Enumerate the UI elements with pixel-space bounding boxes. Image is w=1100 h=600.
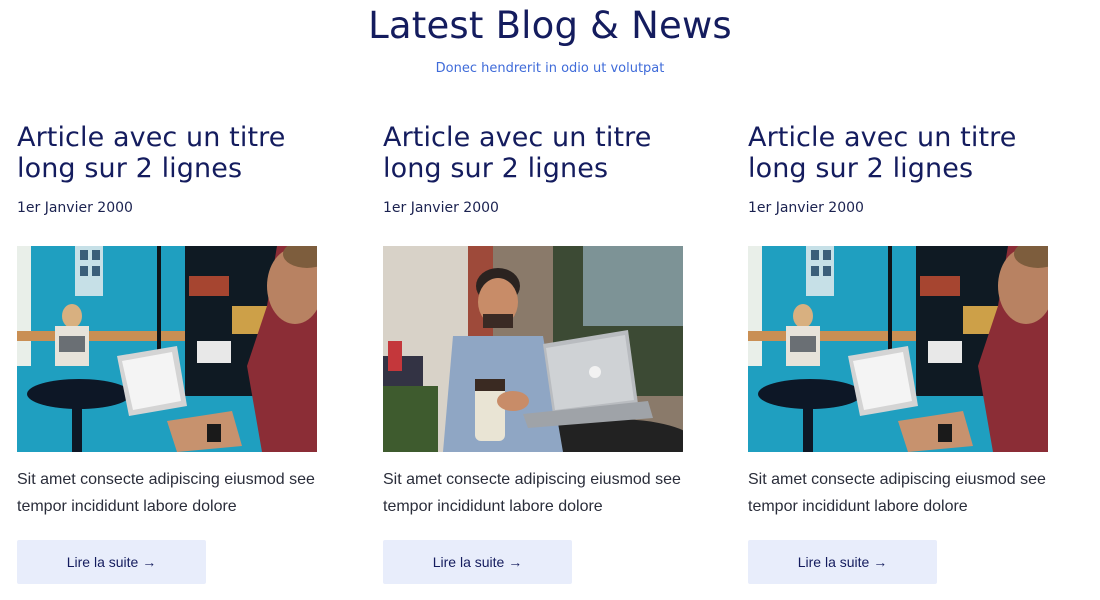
card-image[interactable] (383, 246, 683, 452)
card-excerpt: Sit amet consecte adipiscing eiusmod see… (383, 471, 681, 515)
card-title[interactable]: Article avec un titre long sur 2 lignes (17, 122, 347, 184)
card-image[interactable] (748, 246, 1048, 452)
read-more-button[interactable]: Lire la suite → (748, 540, 937, 584)
read-more-label: Lire la suite (66, 554, 139, 570)
read-more-button[interactable]: Lire la suite → (383, 540, 572, 584)
arrow-right-icon: → (142, 554, 157, 570)
read-more-label: Lire la suite (432, 554, 505, 570)
card-title[interactable]: Article avec un titre long sur 2 lignes (383, 122, 713, 184)
card-date: 1er Janvier 2000 (748, 200, 864, 216)
card-excerpt: Sit amet consecte adipiscing eiusmod see… (17, 471, 315, 515)
read-more-button[interactable]: Lire la suite → (17, 540, 206, 584)
section-title: Latest Blog & News (368, 4, 732, 47)
card-excerpt: Sit amet consecte adipiscing eiusmod see… (748, 471, 1046, 515)
man-laptop-photo-image (383, 246, 683, 452)
arrow-right-icon: → (508, 554, 523, 570)
section-subtitle: Donec hendrerit in odio ut volutpat (435, 61, 665, 76)
read-more-label: Lire la suite (797, 554, 870, 570)
office-photo-image (748, 246, 1048, 452)
office-photo-image (17, 246, 317, 452)
blog-card: Article avec un titre long sur 2 lignes … (383, 122, 713, 592)
arrow-right-icon: → (873, 554, 888, 570)
card-title[interactable]: Article avec un titre long sur 2 lignes (748, 122, 1078, 184)
card-date: 1er Janvier 2000 (17, 200, 133, 216)
blog-card: Article avec un titre long sur 2 lignes … (17, 122, 347, 592)
blog-card: Article avec un titre long sur 2 lignes … (748, 122, 1078, 592)
card-image[interactable] (17, 246, 317, 452)
card-date: 1er Janvier 2000 (383, 200, 499, 216)
